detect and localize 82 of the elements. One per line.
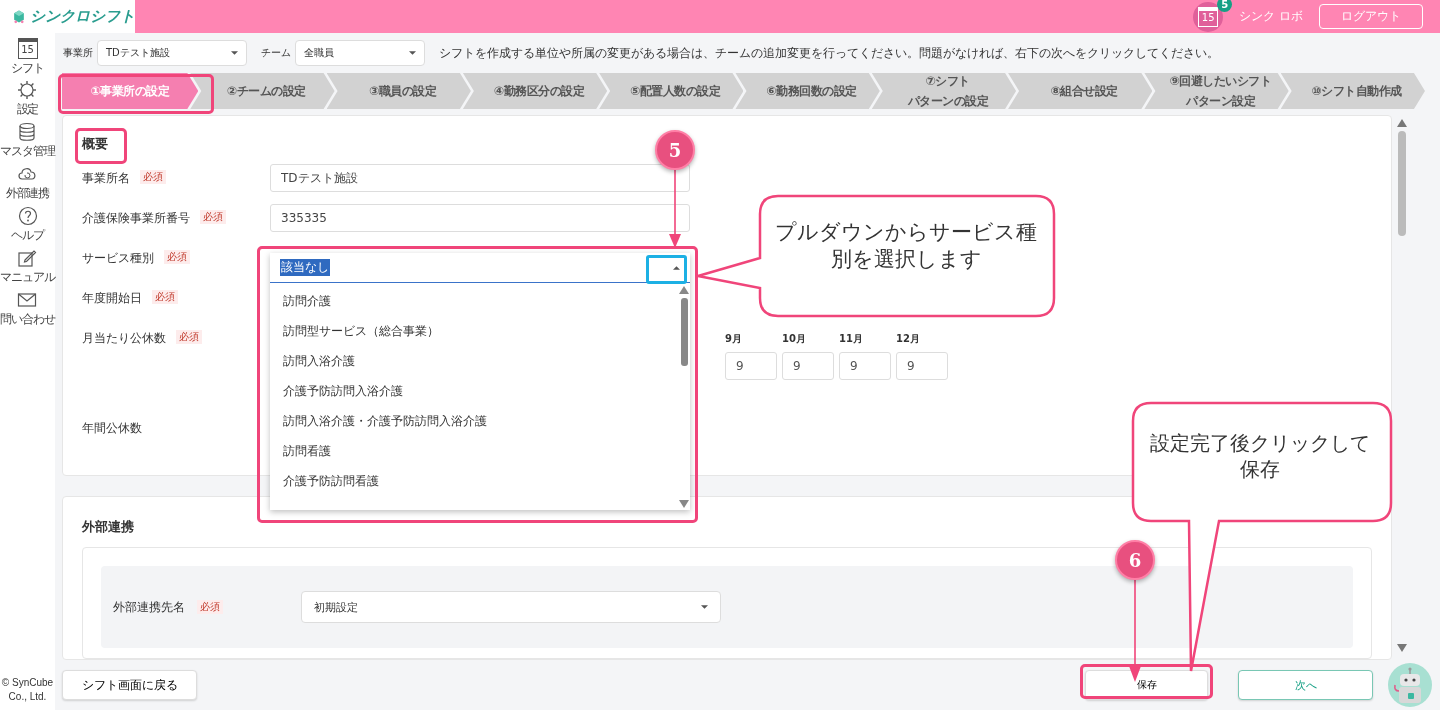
select-field[interactable]: 初期設定 (301, 591, 721, 623)
dropdown-option[interactable]: 介護予防訪問入浴介護 (270, 381, 678, 411)
field-label: 外部連携先名 (113, 598, 185, 616)
step-tab[interactable]: ⑤配置人数の設定 (599, 73, 744, 109)
required-tag: 必須 (152, 290, 178, 304)
section-title: 外部連携 (82, 518, 134, 536)
database-icon (17, 122, 38, 142)
month-field[interactable]: 9 (896, 352, 948, 380)
dropdown-option[interactable]: 訪問入浴介護 (270, 351, 678, 381)
field-label: 月当たり公休数 (82, 330, 166, 347)
required-tag: 必須 (176, 330, 202, 344)
filter-label: 事業所 (63, 46, 93, 60)
required-tag: 必須 (200, 210, 226, 224)
notification-count: 5 (1217, 0, 1233, 12)
sidebar-item[interactable]: 外部連携 (5, 164, 50, 206)
edit-icon (17, 248, 38, 268)
step-tab[interactable]: ④勤務区分の設定 (462, 73, 608, 109)
caret-icon (231, 51, 238, 55)
copyright-text: © SynCube Co., Ltd. (0, 676, 55, 704)
highlight-frame (75, 128, 127, 164)
sidebar-item[interactable]: 問い合わせ (0, 290, 55, 332)
mail-icon (17, 290, 38, 310)
scroll-up-icon[interactable] (1397, 119, 1407, 127)
filter-label: チーム (261, 46, 291, 60)
help-icon (17, 206, 38, 226)
required-tag: 必須 (197, 600, 223, 614)
text-field[interactable]: TDテスト施設 (270, 164, 690, 192)
step-tab[interactable]: ⑩シフト自動作成 (1280, 73, 1425, 109)
required-tag: 必須 (140, 170, 166, 184)
step-tab[interactable]: ⑨回避したいシフト パターン設定 (1144, 73, 1289, 109)
sidebar-item[interactable]: ヘルプ (11, 206, 44, 248)
month-label: 10月 (782, 332, 807, 346)
dropdown-option[interactable]: 訪問看護 (270, 441, 678, 471)
field-label: サービス種別 (82, 250, 154, 267)
section-title: 概要 (82, 135, 108, 153)
sidebar-item[interactable]: 15 シフト (11, 38, 44, 80)
sidebar-item[interactable]: マニュアル (0, 248, 55, 290)
scroll-down-icon[interactable] (1397, 644, 1407, 652)
dropdown-option[interactable]: 訪問介護 (270, 291, 678, 321)
gear-icon (17, 80, 38, 100)
dropdown-option[interactable]: 訪問入浴介護・介護予防訪問入浴介護 (270, 411, 678, 441)
required-tag: 必須 (164, 250, 190, 264)
scrollbar-thumb[interactable] (1398, 131, 1406, 236)
text-field[interactable]: 335335 (270, 204, 690, 232)
sidebar-item[interactable]: マスタ管理 (0, 122, 55, 164)
filter-select[interactable]: TDテスト施設 (97, 40, 247, 66)
caret-icon (409, 51, 416, 55)
month-field[interactable]: 9 (782, 352, 834, 380)
caret-icon[interactable] (673, 265, 680, 270)
caret-icon (701, 605, 708, 609)
month-label: 11月 (839, 332, 864, 346)
scrollbar-thumb[interactable] (680, 298, 688, 366)
step-tab[interactable]: ⑧組合せ設定 (1008, 73, 1153, 109)
month-label: 12月 (896, 332, 921, 346)
callout-text: プルダウンからサービス種別を選択します (774, 219, 1038, 274)
field-label: 介護保険事業所番号 (82, 210, 190, 227)
step-tab[interactable]: ⑦シフト パターンの設定 (871, 73, 1017, 109)
field-label: 事業所名 (82, 170, 130, 187)
dropdown-option[interactable]: 介護予防訪問看護 (270, 471, 678, 501)
filter-select[interactable]: 全職員 (295, 40, 425, 66)
step-tab[interactable]: ③職員の設定 (326, 73, 471, 109)
logo-text: シンクロシフト (30, 7, 135, 26)
user-name: シンク ロボ (1239, 8, 1303, 25)
selected-option[interactable]: 該当なし (280, 259, 330, 276)
calendar-icon: 15 (17, 38, 38, 59)
field-label: 年度開始日 (82, 290, 142, 307)
callout-text: 設定完了後クリックして保存 (1149, 430, 1371, 482)
instruction-text: シフトを作成する単位や所属の変更がある場合は、チームの追加変更を行ってください。問題がなければ、右下の次へをクリックしてください。 (439, 44, 1219, 62)
month-label: 9月 (725, 332, 743, 346)
step-tab[interactable]: ②チームの設定 (190, 73, 335, 109)
month-field[interactable]: 9 (839, 352, 891, 380)
dropdown-option[interactable]: 訪問型サービス（総合事業） (270, 321, 678, 351)
back-button[interactable]: シフト画面に戻る (62, 670, 197, 700)
scroll-down-icon[interactable] (679, 500, 689, 508)
scroll-up-icon[interactable] (679, 286, 689, 294)
robot-avatar-icon[interactable] (1388, 663, 1432, 707)
service-type-dropdown[interactable]: 該当なし 訪問介護 訪問型サービス（総合事業） 訪問入浴介護 介護予防訪問入浴介護 訪問入浴介護・介護予防訪問入浴介護 訪問看護 介護予防訪問看護 (270, 253, 690, 510)
field-label: 年間公休数 (82, 420, 142, 437)
step-tab[interactable]: ⑥勤務回数の設定 (735, 73, 880, 109)
sidebar-item[interactable]: 設定 (16, 80, 39, 122)
next-button[interactable]: 次へ (1238, 670, 1373, 700)
month-field[interactable]: 9 (725, 352, 777, 380)
